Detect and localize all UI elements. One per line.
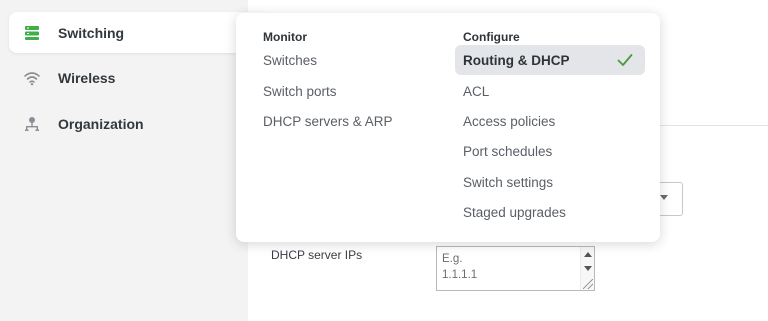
menu-item-routing-dhcp[interactable]: Routing & DHCP — [455, 45, 645, 75]
checkmark-icon — [617, 53, 633, 70]
sidebar-item-label: Organization — [58, 115, 144, 132]
caret-down-icon[interactable] — [660, 195, 668, 200]
menu-item-dhcp-servers-arp[interactable]: DHCP servers & ARP — [255, 106, 445, 136]
menu-item-switches[interactable]: Switches — [255, 45, 445, 75]
switch-icon — [22, 23, 42, 43]
switching-menu: Monitor Switches Switch ports DHCP serve… — [236, 13, 660, 242]
sidebar-item-organization[interactable]: Organization — [9, 103, 269, 144]
sidebar: Switching Wireless Organization — [0, 0, 269, 321]
menu-item-access-policies[interactable]: Access policies — [455, 106, 645, 136]
wifi-icon — [22, 68, 42, 88]
menu-item-staged-upgrades[interactable]: Staged upgrades — [455, 197, 645, 227]
scroll-down-icon[interactable] — [584, 266, 592, 271]
sidebar-item-label: Wireless — [58, 69, 116, 86]
menu-item-switch-ports[interactable]: Switch ports — [255, 76, 445, 106]
dhcp-server-ips-label: DHCP server IPs — [271, 248, 363, 262]
sidebar-item-switching[interactable]: Switching — [9, 12, 269, 53]
sidebar-item-wireless[interactable]: Wireless — [9, 57, 269, 98]
scroll-up-icon[interactable] — [584, 252, 592, 257]
sidebar-item-label: Switching — [58, 24, 125, 41]
dhcp-server-ips-field[interactable]: E.g. 1.1.1.1 — [436, 246, 595, 291]
menu-item-acl[interactable]: ACL — [455, 76, 645, 106]
resize-handle-icon[interactable] — [583, 279, 593, 289]
menu-heading-configure: Configure — [463, 30, 520, 44]
menu-heading-monitor: Monitor — [263, 30, 307, 44]
menu-item-label: Routing & DHCP — [463, 52, 570, 68]
organization-icon — [22, 114, 42, 134]
menu-item-port-schedules[interactable]: Port schedules — [455, 136, 645, 166]
menu-item-switch-settings[interactable]: Switch settings — [455, 167, 645, 197]
dhcp-server-ips-placeholder: E.g. 1.1.1.1 — [442, 253, 478, 281]
